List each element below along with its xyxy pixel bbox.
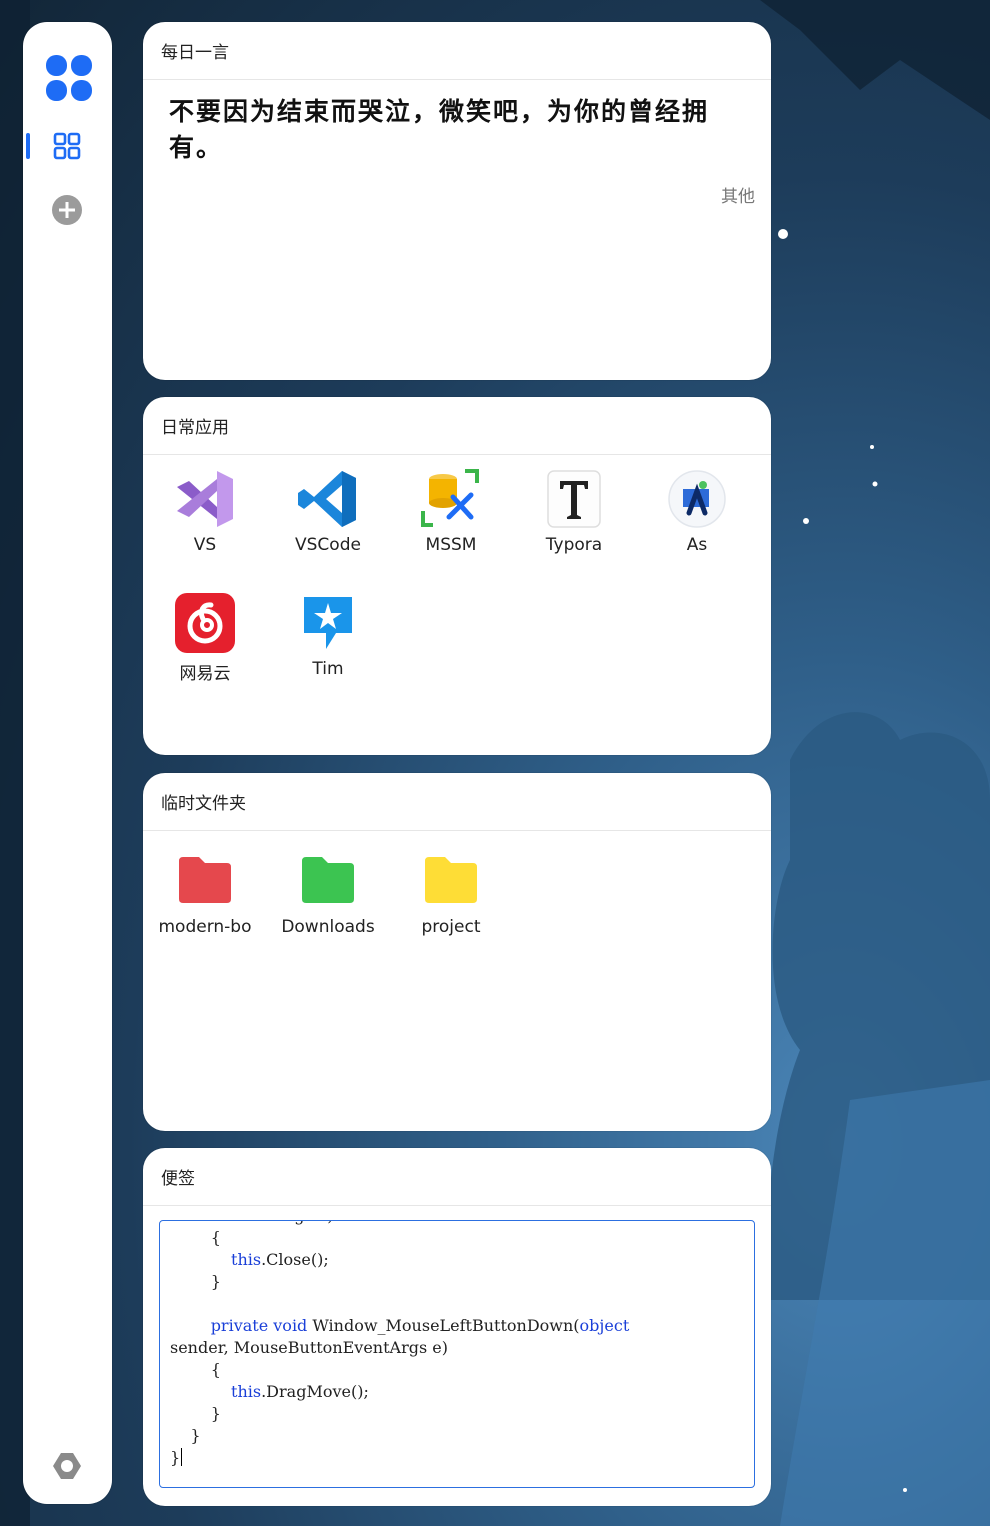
code-line: {	[170, 1359, 629, 1381]
code-line: }	[170, 1447, 629, 1469]
android-studio-icon	[668, 470, 726, 528]
visual-studio-icon	[177, 471, 233, 527]
folder-project[interactable]: project	[393, 855, 509, 937]
app-label: Typora	[545, 535, 603, 555]
sidebar	[23, 22, 112, 1504]
grid-icon[interactable]	[53, 132, 81, 160]
code-line: RoutedEventArgs e)	[170, 1221, 629, 1227]
code-text: }	[170, 1272, 221, 1291]
code-line: }	[170, 1271, 629, 1293]
code-text: RoutedEventArgs e)	[170, 1221, 334, 1225]
code-text: {	[170, 1228, 221, 1247]
app-label: VS	[193, 535, 217, 555]
app-label: 网易云	[179, 664, 231, 684]
folder-icon	[179, 857, 231, 903]
quote-source: 其他	[721, 187, 755, 207]
card-title: 临时文件夹	[143, 773, 771, 831]
settings-icon[interactable]	[51, 1450, 83, 1482]
code-line: {	[170, 1227, 629, 1249]
daily-apps-card: 日常应用 VS VSCode MSSM Typora As 网易云 Tim	[143, 397, 771, 755]
folder-label: modern-bo	[158, 917, 252, 937]
add-icon[interactable]	[51, 194, 83, 226]
folder-modern-bo[interactable]: modern-bo	[147, 855, 263, 937]
code-text: }	[170, 1426, 201, 1445]
code-text: {	[170, 1360, 221, 1379]
tim-icon	[304, 597, 352, 649]
app-label: As	[686, 535, 708, 555]
mssm-icon	[421, 469, 479, 527]
code-text: }	[170, 1404, 221, 1423]
code-line: }	[170, 1403, 629, 1425]
code-line: this.DragMove();	[170, 1381, 629, 1403]
card-title: 便签	[143, 1148, 771, 1206]
text-cursor	[181, 1448, 183, 1466]
code-line: }	[170, 1425, 629, 1447]
app-mssm[interactable]: MSSM	[393, 467, 509, 555]
folder-icon	[302, 857, 354, 903]
code-line: private void Window_MouseLeftButtonDown(…	[170, 1315, 630, 1337]
app-label: MSSM	[425, 535, 477, 555]
code-keyword: this	[231, 1382, 262, 1401]
app-label: Tim	[312, 659, 344, 679]
code-line: sender, MouseButtonEventArgs e)	[170, 1337, 629, 1359]
card-title: 日常应用	[143, 397, 771, 455]
code-line: this.Close();	[170, 1249, 629, 1271]
code-text: sender, MouseButtonEventArgs e)	[170, 1338, 448, 1357]
sticky-note-card: 便签 RoutedEventArgs e) { this.Close(); } …	[143, 1148, 771, 1506]
nav-active-indicator	[26, 133, 30, 159]
code-keyword: this	[231, 1250, 262, 1269]
code-keyword: void	[273, 1316, 308, 1335]
app-logo-icon[interactable]	[46, 55, 92, 101]
code-keyword: private	[210, 1316, 269, 1335]
app-netease-music[interactable]: 网易云	[147, 591, 263, 684]
quote-text: 不要因为结束而哭泣，微笑吧，为你的曾经拥有。	[169, 97, 710, 162]
note-code: RoutedEventArgs e) { this.Close(); } pri…	[170, 1221, 630, 1469]
app-typora[interactable]: Typora	[516, 467, 632, 555]
folder-icon	[425, 857, 477, 903]
folder-label: Downloads	[281, 917, 375, 937]
app-android-studio[interactable]: As	[639, 467, 755, 555]
temp-folders-card: 临时文件夹 modern-bo Downloads project	[143, 773, 771, 1131]
app-vs[interactable]: VS	[147, 467, 263, 555]
note-editor[interactable]: RoutedEventArgs e) { this.Close(); } pri…	[159, 1220, 755, 1488]
code-text: .Close();	[261, 1250, 329, 1269]
folder-downloads[interactable]: Downloads	[270, 855, 386, 937]
typora-icon	[547, 470, 601, 528]
code-text: .DragMove();	[261, 1382, 369, 1401]
app-label: VSCode	[295, 535, 361, 555]
code-keyword: object	[579, 1316, 630, 1335]
app-tim[interactable]: Tim	[270, 591, 386, 679]
card-title: 每日一言	[143, 22, 771, 80]
code-text: Window_MouseLeftButtonDown(	[307, 1316, 580, 1335]
app-vscode[interactable]: VSCode	[270, 467, 386, 555]
folder-label: project	[421, 917, 481, 937]
daily-quote-card: 每日一言 不要因为结束而哭泣，微笑吧，为你的曾经拥有。 其他	[143, 22, 771, 380]
netease-music-icon	[175, 593, 235, 653]
vscode-icon	[298, 471, 356, 527]
code-text: }	[170, 1448, 181, 1467]
